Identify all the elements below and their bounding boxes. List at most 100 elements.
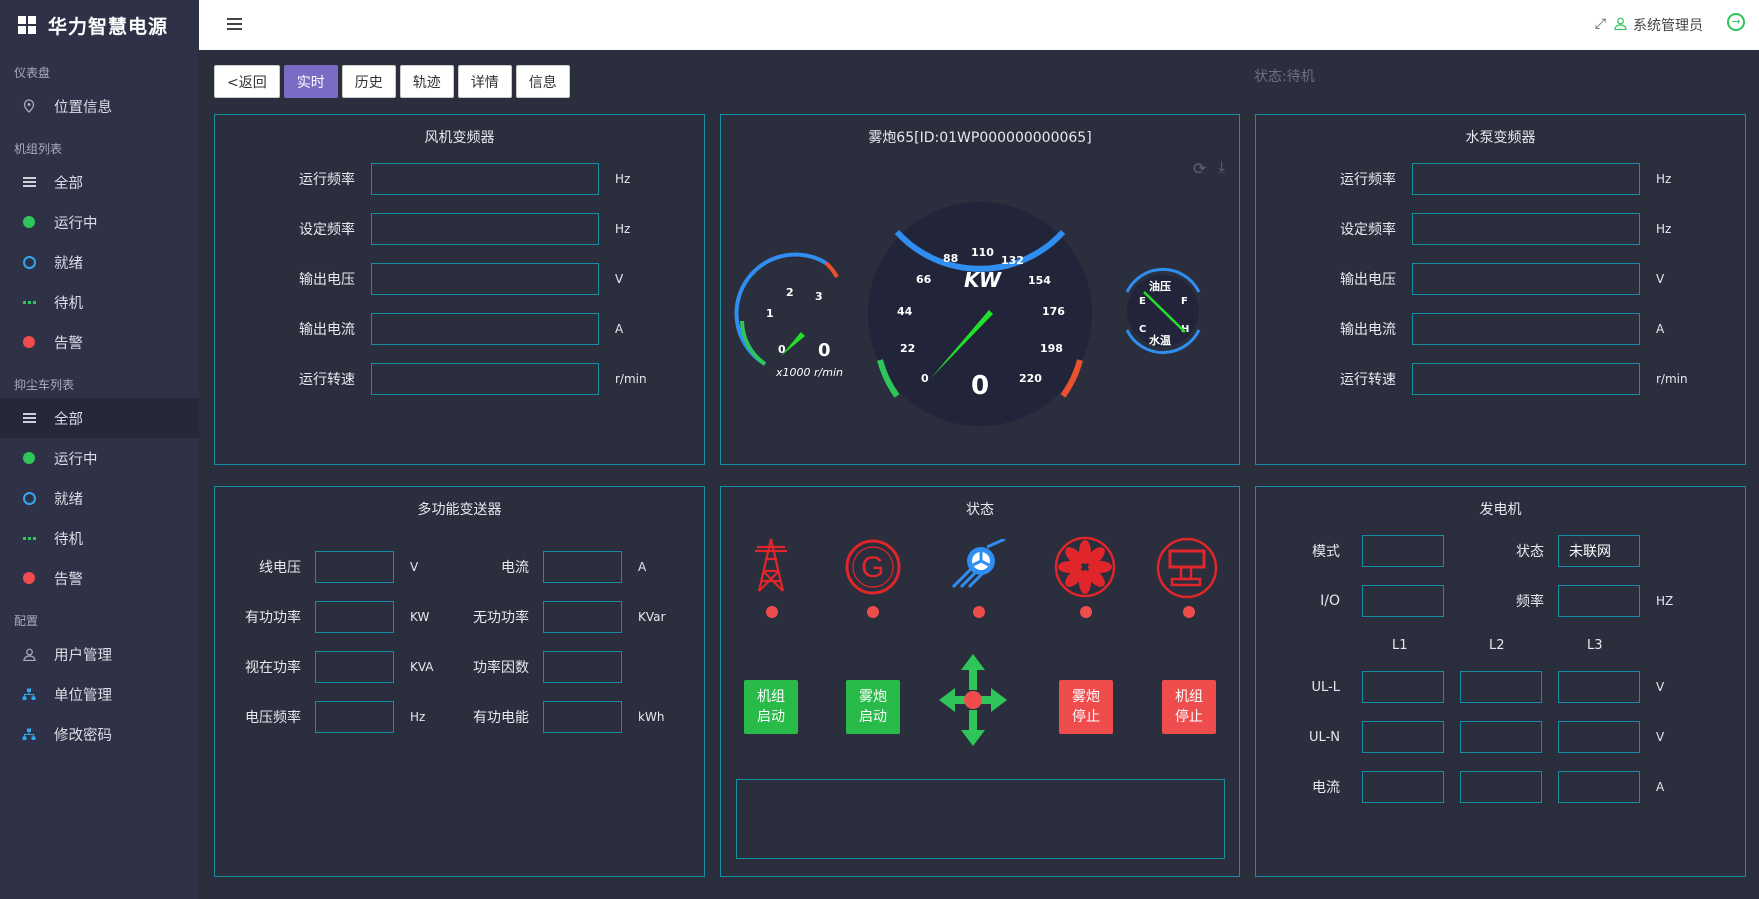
sidebar-item-org-management[interactable]: 单位管理 xyxy=(0,674,199,714)
fan-output-voltage-input[interactable] xyxy=(371,263,599,295)
sidebar-item-vehicles-running[interactable]: 运行中 xyxy=(0,438,199,478)
tab-info[interactable]: 信息 xyxy=(515,65,570,98)
pump-run-frequency-input[interactable] xyxy=(1412,163,1640,195)
expand-icon[interactable]: ⤢ xyxy=(1595,16,1606,32)
status-indicator-dot xyxy=(973,606,985,618)
generator-io-input[interactable] xyxy=(1362,585,1444,617)
sidebar-item-units-all[interactable]: 全部 xyxy=(0,162,199,202)
list-icon xyxy=(22,175,36,189)
sidebar: 华力智慧电源 仪表盘 位置信息 机组列表 全部 运行中 就绪 待机 告警 抑尘车… xyxy=(0,0,199,899)
field-unit: KVar xyxy=(638,610,666,624)
user-icon xyxy=(22,647,36,661)
tab-history[interactable]: 历史 xyxy=(341,65,396,98)
current-input[interactable] xyxy=(543,551,622,583)
column-header: L3 xyxy=(1587,638,1603,653)
field-unit: Hz xyxy=(1656,222,1672,236)
oil-pressure-label: 油压 xyxy=(1149,279,1171,293)
status-indicator-dot xyxy=(766,606,778,618)
generator-frequency-input[interactable] xyxy=(1558,585,1640,617)
power-factor-input[interactable] xyxy=(543,651,622,683)
blue-ring-icon xyxy=(22,491,36,505)
sidebar-item-label: 运行中 xyxy=(54,451,98,468)
menu-toggle-icon[interactable] xyxy=(227,18,242,30)
fan-speed-input[interactable] xyxy=(371,363,599,395)
apparent-power-input[interactable] xyxy=(315,651,394,683)
unit-start-button[interactable]: 机组启动 xyxy=(744,680,798,734)
active-energy-input[interactable] xyxy=(543,701,622,733)
power-tick-label: 154 xyxy=(1028,274,1051,287)
ull-l1-input[interactable] xyxy=(1362,671,1444,703)
pump-set-frequency-input[interactable] xyxy=(1412,213,1640,245)
sidebar-item-units-ready[interactable]: 就绪 xyxy=(0,242,199,282)
tab-track[interactable]: 轨迹 xyxy=(399,65,454,98)
fan-set-frequency-input[interactable] xyxy=(371,213,599,245)
fan-output-current-input[interactable] xyxy=(371,313,599,345)
generator-mode-input[interactable] xyxy=(1362,535,1444,567)
status-indicator-dot xyxy=(867,606,879,618)
power-value: 0 xyxy=(971,371,989,401)
uln-l2-input[interactable] xyxy=(1460,721,1542,753)
power-tick-label: 66 xyxy=(916,273,932,286)
sidebar-item-location[interactable]: 位置信息 xyxy=(0,86,199,126)
gauge-cluster: 0 1 2 3 0 x1000 r/min 0 22 44 66 88 110 … xyxy=(734,202,1201,426)
active-power-input[interactable] xyxy=(315,601,394,633)
line-voltage-input[interactable] xyxy=(315,551,394,583)
sidebar-item-user-management[interactable]: 用户管理 xyxy=(0,634,199,674)
field-unit: Hz xyxy=(615,222,631,236)
field-unit: V xyxy=(1656,272,1665,286)
reactive-power-input[interactable] xyxy=(543,601,622,633)
sidebar-item-label: 告警 xyxy=(54,335,83,352)
ull-l3-input[interactable] xyxy=(1558,671,1640,703)
fog-cannon-start-button[interactable]: 雾炮启动 xyxy=(846,680,900,734)
generator-state-input[interactable] xyxy=(1558,535,1640,567)
user-name: 系统管理员 xyxy=(1633,18,1703,34)
button-label: 机组停止 xyxy=(1175,689,1203,725)
tab-bar: <返回 实时 历史 轨迹 详情 信息 xyxy=(214,65,570,98)
uln-l1-input[interactable] xyxy=(1362,721,1444,753)
pump-output-current-input[interactable] xyxy=(1412,313,1640,345)
pump-speed-input[interactable] xyxy=(1412,363,1640,395)
user-menu[interactable]: 系统管理员 xyxy=(1614,15,1703,35)
current-l1-input[interactable] xyxy=(1362,771,1444,803)
sidebar-item-units-running[interactable]: 运行中 xyxy=(0,202,199,242)
field-label: 状态 xyxy=(1516,544,1544,560)
tab-realtime[interactable]: 实时 xyxy=(283,65,338,98)
message-area[interactable] xyxy=(736,779,1225,859)
sidebar-item-units-alarm[interactable]: 告警 xyxy=(0,322,199,362)
ull-l2-input[interactable] xyxy=(1460,671,1542,703)
back-button[interactable]: <返回 xyxy=(214,65,280,98)
voltage-frequency-input[interactable] xyxy=(315,701,394,733)
current-l2-input[interactable] xyxy=(1460,771,1542,803)
sidebar-item-units-standby[interactable]: 待机 xyxy=(0,282,199,322)
fan-run-frequency-input[interactable] xyxy=(371,163,599,195)
sidebar-item-label: 修改密码 xyxy=(54,727,112,744)
sidebar-item-vehicles-alarm[interactable]: 告警 xyxy=(0,558,199,598)
field-label: 输出电压 xyxy=(1340,272,1396,288)
column-header: L2 xyxy=(1489,638,1505,653)
list-icon xyxy=(22,411,36,425)
row-label: UL-N xyxy=(1309,729,1340,745)
rpm-gauge: 0 1 2 3 0 x1000 r/min xyxy=(734,252,843,379)
fog-cannon-stop-button[interactable]: 雾炮停止 xyxy=(1059,680,1113,734)
move-arrows-icon[interactable] xyxy=(939,652,1007,748)
sidebar-item-change-password[interactable]: 修改密码 xyxy=(0,714,199,754)
sidebar-item-vehicles-ready[interactable]: 就绪 xyxy=(0,478,199,518)
power-icon[interactable]: → xyxy=(1727,13,1745,31)
field-unit: Hz xyxy=(1656,172,1672,186)
power-tick-label: 44 xyxy=(897,305,913,318)
button-label: 机组启动 xyxy=(757,689,785,725)
panel-title: 状态 xyxy=(966,502,994,518)
uln-l3-input[interactable] xyxy=(1558,721,1640,753)
sidebar-item-vehicles-all[interactable]: 全部 xyxy=(0,398,199,438)
sidebar-item-vehicles-standby[interactable]: 待机 xyxy=(0,518,199,558)
field-label: 电压频率 xyxy=(245,710,301,726)
device-status-text: 状态:待机 xyxy=(1254,69,1315,85)
top-bar: ⤢ 系统管理员 → xyxy=(199,0,1759,50)
pump-output-voltage-input[interactable] xyxy=(1412,263,1640,295)
current-l3-input[interactable] xyxy=(1558,771,1640,803)
power-tick-label: 220 xyxy=(1019,372,1042,385)
field-label: 输出电压 xyxy=(299,272,355,288)
unit-stop-button[interactable]: 机组停止 xyxy=(1162,680,1216,734)
tab-details[interactable]: 详情 xyxy=(457,65,512,98)
field-label: 运行频率 xyxy=(299,172,355,188)
